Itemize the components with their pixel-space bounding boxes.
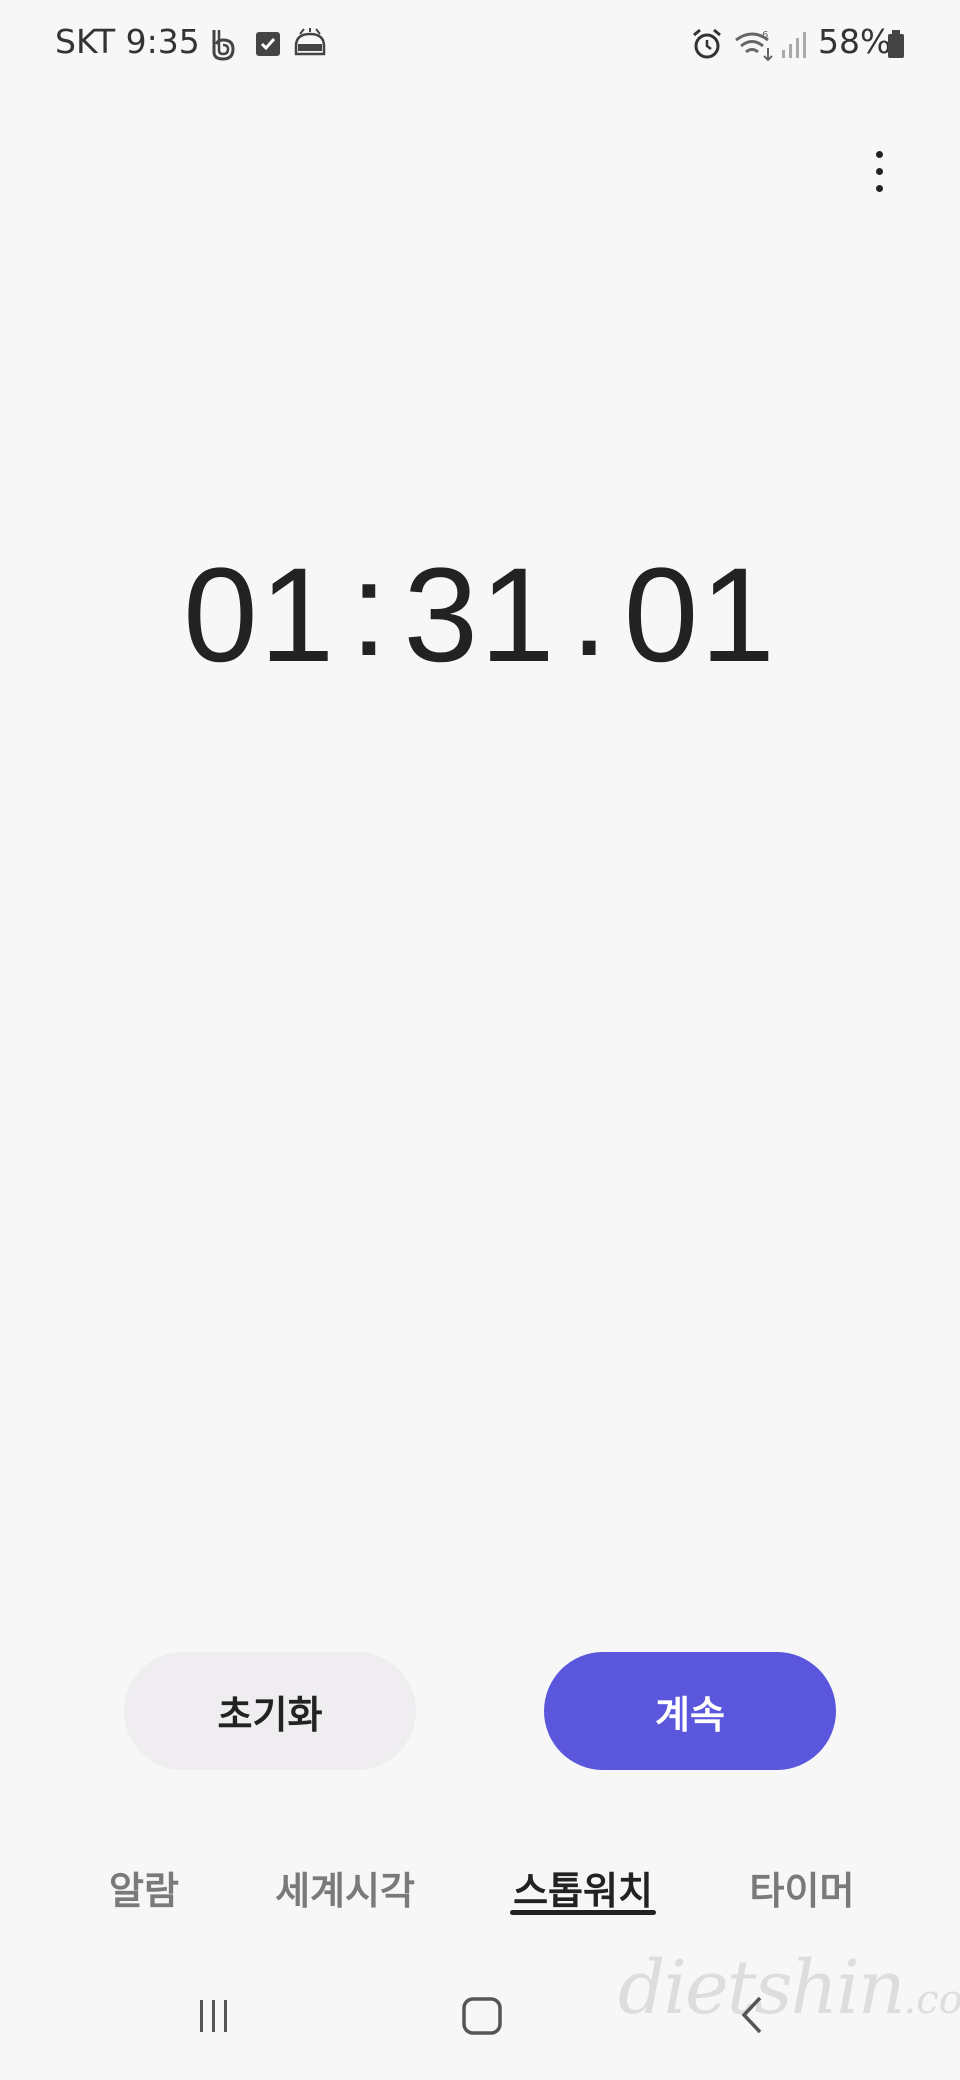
tab-alarm[interactable]: 알람 — [104, 1860, 184, 1915]
reset-button[interactable]: 초기화 — [124, 1652, 416, 1770]
home-icon — [462, 1997, 502, 2035]
tab-stopwatch[interactable]: 스톱워치 — [506, 1860, 660, 1915]
time-separator-colon: : — [350, 534, 390, 684]
battery-percent: 58% — [818, 22, 892, 61]
checkbox-app-icon — [254, 26, 282, 62]
tab-world-clock[interactable]: 세계시각 — [268, 1860, 422, 1915]
time-seconds: 31 — [403, 540, 557, 690]
back-button[interactable] — [712, 1990, 792, 2046]
b-app-icon — [208, 26, 240, 62]
wifi-icon: 6 — [732, 26, 776, 62]
more-options-button[interactable] — [860, 145, 900, 199]
alarm-icon — [690, 26, 724, 62]
time-hundredths: 01 — [623, 540, 777, 690]
continue-button-label: 계속 — [655, 1692, 725, 1737]
reset-button-label: 초기화 — [217, 1692, 323, 1737]
more-vert-icon — [876, 151, 883, 158]
status-bar: SKT 9:35 6 58% — [0, 0, 960, 90]
stopwatch-time: 01 : 31 . 01 — [0, 535, 960, 690]
home-button[interactable] — [442, 1990, 522, 2046]
recent-apps-icon — [200, 2000, 227, 2032]
signal-icon — [780, 26, 808, 62]
recent-apps-button[interactable] — [174, 1990, 254, 2046]
active-tab-indicator — [510, 1910, 656, 1915]
carrier-time: SKT 9:35 — [55, 22, 200, 61]
tab-timer[interactable]: 타이머 — [744, 1860, 860, 1915]
continue-button[interactable]: 계속 — [544, 1652, 836, 1770]
svg-text:6: 6 — [762, 30, 768, 41]
time-separator-dot: . — [570, 534, 610, 684]
battery-icon — [886, 26, 906, 62]
dash-app-icon — [292, 26, 328, 62]
back-icon — [741, 1996, 762, 2034]
time-minutes: 01 — [183, 540, 337, 690]
